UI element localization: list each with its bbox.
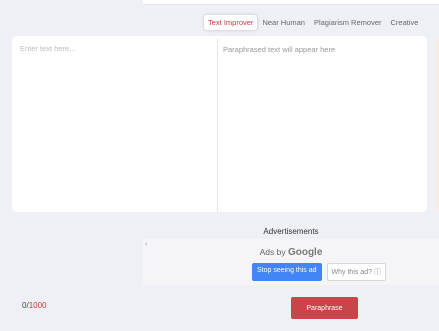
top-bar: [143, 0, 439, 5]
input-text-area[interactable]: [12, 36, 217, 212]
mode-tabs: Text Improver Near Human Plagiarism Remo…: [204, 13, 423, 31]
tab-near-human[interactable]: Near Human: [258, 15, 309, 30]
ads-heading: Advertisements: [263, 227, 319, 236]
editor-card: Paraphrased text will appear here: [12, 36, 427, 212]
character-counter: 0/1000: [22, 301, 46, 310]
why-this-ad-button[interactable]: Why this ad? ⓘ: [326, 263, 386, 281]
tab-plagiarism-remover[interactable]: Plagiarism Remover: [310, 15, 386, 30]
paraphrase-button[interactable]: Paraphrase: [291, 297, 358, 319]
tab-creative[interactable]: Creative: [387, 15, 423, 30]
google-logo: Google: [287, 247, 323, 258]
pane-divider: [217, 39, 218, 212]
tab-text-improver[interactable]: Text Improver: [204, 14, 258, 30]
character-limit: 1000: [28, 301, 47, 310]
output-placeholder: Paraphrased text will appear here: [223, 45, 336, 54]
ads-by-label: Ads by: [259, 247, 286, 257]
ad-buttons: Stop seeing this ad Why this ad? ⓘ: [252, 263, 386, 281]
ads-by-google: Ads by Google: [143, 247, 439, 258]
stop-seeing-ad-button[interactable]: Stop seeing this ad: [252, 263, 322, 281]
ad-box: ‹ Ads by Google Stop seeing this ad Why …: [143, 239, 439, 285]
